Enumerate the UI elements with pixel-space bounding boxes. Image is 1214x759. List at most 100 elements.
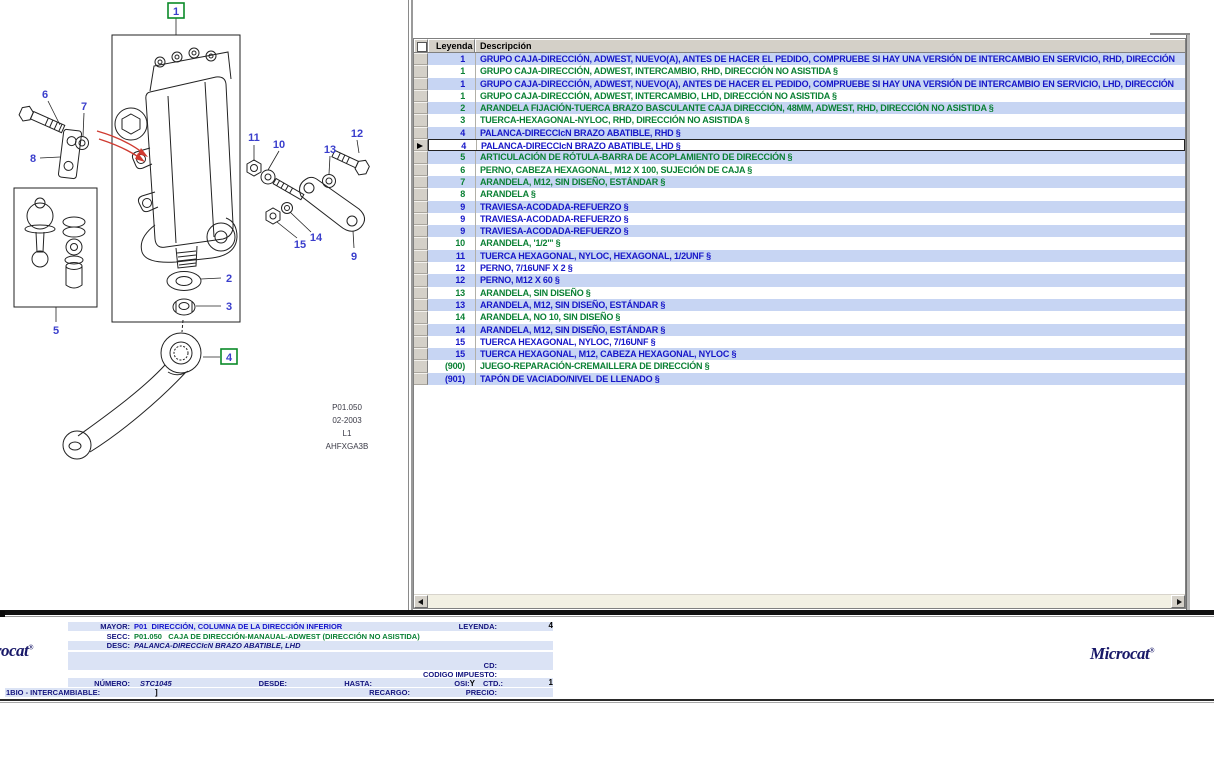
row-content[interactable]: 9TRAVIESA-ACODADA-REFUERZO § bbox=[428, 213, 1185, 225]
row-content[interactable]: 5ARTICULACIÓN DE RÓTULA-BARRA DE ACOPLAM… bbox=[428, 151, 1185, 163]
row-content[interactable]: 1GRUPO CAJA-DIRECCIÓN, ADWEST, INTERCAMB… bbox=[428, 65, 1185, 77]
callout-3[interactable]: 3 bbox=[226, 301, 232, 313]
row-content[interactable]: 3TUERCA-HEXAGONAL-NYLOC, RHD, DIRECCIÓN … bbox=[428, 114, 1185, 126]
row-content[interactable]: 8ARANDELA § bbox=[428, 188, 1185, 200]
table-row[interactable]: (901)TAPÓN DE VACIADO/NIVEL DE LLENADO § bbox=[414, 373, 1185, 385]
callout-12[interactable]: 12 bbox=[351, 128, 363, 140]
row-selector-cell[interactable] bbox=[414, 287, 428, 299]
row-selector-cell[interactable] bbox=[414, 274, 428, 286]
select-all-header[interactable] bbox=[414, 39, 428, 52]
row-selector-cell[interactable] bbox=[414, 262, 428, 274]
table-row[interactable]: 12PERNO, 7/16UNF X 2 § bbox=[414, 262, 1185, 274]
table-row[interactable]: 13ARANDELA, M12, SIN DISEÑO, ESTÁNDAR § bbox=[414, 299, 1185, 311]
row-content[interactable]: 9TRAVIESA-ACODADA-REFUERZO § bbox=[428, 201, 1185, 213]
row-content[interactable]: 13ARANDELA, M12, SIN DISEÑO, ESTÁNDAR § bbox=[428, 299, 1185, 311]
callout-8[interactable]: 8 bbox=[30, 153, 36, 165]
table-row[interactable]: 1GRUPO CAJA-DIRECCIÓN, ADWEST, INTERCAMB… bbox=[414, 90, 1185, 102]
callout-14[interactable]: 14 bbox=[310, 232, 323, 244]
row-content[interactable]: 12PERNO, M12 X 60 § bbox=[428, 274, 1185, 286]
table-row[interactable]: 4PALANCA-DIRECCIcN BRAZO ABATIBLE, LHD § bbox=[414, 139, 1185, 151]
table-row[interactable]: 8ARANDELA § bbox=[414, 188, 1185, 200]
table-row[interactable]: 9TRAVIESA-ACODADA-REFUERZO § bbox=[414, 201, 1185, 213]
scrollbar-track[interactable] bbox=[428, 595, 1171, 608]
table-row[interactable]: 9TRAVIESA-ACODADA-REFUERZO § bbox=[414, 213, 1185, 225]
row-content[interactable]: 9TRAVIESA-ACODADA-REFUERZO § bbox=[428, 225, 1185, 237]
callout-13[interactable]: 13 bbox=[324, 144, 336, 156]
row-selector-cell[interactable] bbox=[414, 373, 428, 385]
select-all-checkbox[interactable] bbox=[417, 42, 427, 52]
row-content[interactable]: 15TUERCA HEXAGONAL, M12, CABEZA HEXAGONA… bbox=[428, 348, 1185, 360]
row-selector-cell[interactable] bbox=[414, 360, 428, 372]
row-content[interactable]: 1GRUPO CAJA-DIRECCIÓN, ADWEST, NUEVO(A),… bbox=[428, 78, 1185, 90]
row-content[interactable]: 1GRUPO CAJA-DIRECCIÓN, ADWEST, INTERCAMB… bbox=[428, 90, 1185, 102]
row-selector-cell[interactable] bbox=[414, 151, 428, 163]
row-content[interactable]: 2ARANDELA FIJACIÓN-TUERCA BRAZO BASCULAN… bbox=[428, 102, 1185, 114]
table-row[interactable]: 14ARANDELA, NO 10, SIN DISEÑO § bbox=[414, 311, 1185, 323]
row-selector-cell[interactable] bbox=[414, 65, 428, 77]
row-content[interactable]: 7ARANDELA, M12, SIN DISEÑO, ESTÁNDAR § bbox=[428, 176, 1185, 188]
table-row[interactable]: 2ARANDELA FIJACIÓN-TUERCA BRAZO BASCULAN… bbox=[414, 102, 1185, 114]
table-row[interactable]: 13ARANDELA, SIN DISEÑO § bbox=[414, 287, 1185, 299]
row-selector-cell[interactable] bbox=[414, 336, 428, 348]
callout-9[interactable]: 9 bbox=[351, 251, 357, 263]
callout-7[interactable]: 7 bbox=[81, 101, 87, 113]
callout-15[interactable]: 15 bbox=[294, 239, 306, 251]
column-header-descripcion[interactable]: Descripción bbox=[475, 39, 1185, 52]
table-row[interactable]: 15TUERCA HEXAGONAL, M12, CABEZA HEXAGONA… bbox=[414, 348, 1185, 360]
callout-4[interactable]: 4 bbox=[226, 352, 233, 364]
row-selector-cell[interactable] bbox=[414, 250, 428, 262]
row-content[interactable]: 4PALANCA-DIRECCIcN BRAZO ABATIBLE, LHD § bbox=[428, 139, 1185, 151]
table-row[interactable]: 11TUERCA HEXAGONAL, NYLOC, HEXAGONAL, 1/… bbox=[414, 250, 1185, 262]
table-row[interactable]: 3TUERCA-HEXAGONAL-NYLOC, RHD, DIRECCIÓN … bbox=[414, 114, 1185, 126]
row-content[interactable]: 14ARANDELA, NO 10, SIN DISEÑO § bbox=[428, 311, 1185, 323]
row-selector-cell[interactable] bbox=[414, 176, 428, 188]
table-row[interactable]: 6PERNO, CABEZA HEXAGONAL, M12 X 100, SUJ… bbox=[414, 164, 1185, 176]
row-content[interactable]: 6PERNO, CABEZA HEXAGONAL, M12 X 100, SUJ… bbox=[428, 164, 1185, 176]
row-selector-cell[interactable] bbox=[414, 53, 428, 65]
row-selector-cell[interactable] bbox=[414, 225, 428, 237]
table-row[interactable]: 1GRUPO CAJA-DIRECCIÓN, ADWEST, INTERCAMB… bbox=[414, 65, 1185, 77]
row-content[interactable]: 13ARANDELA, SIN DISEÑO § bbox=[428, 287, 1185, 299]
table-row[interactable]: 10ARANDELA, '1/2'" § bbox=[414, 237, 1185, 249]
table-row[interactable]: 14ARANDELA, M12, SIN DISEÑO, ESTÁNDAR § bbox=[414, 324, 1185, 336]
row-content[interactable]: (900)JUEGO-REPARACIÓN-CREMAILLERA DE DIR… bbox=[428, 360, 1185, 372]
row-selector-cell[interactable] bbox=[414, 78, 428, 90]
callout-10[interactable]: 10 bbox=[273, 139, 285, 151]
callout-1[interactable]: 1 bbox=[173, 6, 179, 18]
row-content[interactable]: 14ARANDELA, M12, SIN DISEÑO, ESTÁNDAR § bbox=[428, 324, 1185, 336]
callout-6[interactable]: 6 bbox=[42, 89, 48, 101]
row-selector-cell[interactable] bbox=[414, 139, 428, 151]
row-selector-cell[interactable] bbox=[414, 114, 428, 126]
row-selector-cell[interactable] bbox=[414, 311, 428, 323]
row-content[interactable]: (901)TAPÓN DE VACIADO/NIVEL DE LLENADO § bbox=[428, 373, 1185, 385]
table-row[interactable]: 9TRAVIESA-ACODADA-REFUERZO § bbox=[414, 225, 1185, 237]
row-selector-cell[interactable] bbox=[414, 127, 428, 139]
row-selector-cell[interactable] bbox=[414, 324, 428, 336]
row-selector-cell[interactable] bbox=[414, 237, 428, 249]
horizontal-scrollbar[interactable] bbox=[414, 594, 1185, 608]
row-content[interactable]: 15TUERCA HEXAGONAL, NYLOC, 7/16UNF § bbox=[428, 336, 1185, 348]
row-selector-cell[interactable] bbox=[414, 201, 428, 213]
table-row[interactable]: 1GRUPO CAJA-DIRECCIÓN, ADWEST, NUEVO(A),… bbox=[414, 53, 1185, 65]
row-content[interactable]: 1GRUPO CAJA-DIRECCIÓN, ADWEST, NUEVO(A),… bbox=[428, 53, 1185, 65]
column-header-leyenda[interactable]: Leyenda bbox=[428, 39, 475, 52]
row-selector-cell[interactable] bbox=[414, 348, 428, 360]
callout-2[interactable]: 2 bbox=[226, 273, 232, 285]
row-selector-cell[interactable] bbox=[414, 213, 428, 225]
scroll-right-button[interactable] bbox=[1171, 595, 1185, 608]
table-row[interactable]: 4PALANCA-DIRECCIcN BRAZO ABATIBLE, RHD § bbox=[414, 127, 1185, 139]
row-content[interactable]: 10ARANDELA, '1/2'" § bbox=[428, 237, 1185, 249]
table-row[interactable]: 5ARTICULACIÓN DE RÓTULA-BARRA DE ACOPLAM… bbox=[414, 151, 1185, 163]
table-row[interactable]: (900)JUEGO-REPARACIÓN-CREMAILLERA DE DIR… bbox=[414, 360, 1185, 372]
row-selector-cell[interactable] bbox=[414, 102, 428, 114]
row-content[interactable]: 11TUERCA HEXAGONAL, NYLOC, HEXAGONAL, 1/… bbox=[428, 250, 1185, 262]
table-row[interactable]: 1GRUPO CAJA-DIRECCIÓN, ADWEST, NUEVO(A),… bbox=[414, 78, 1185, 90]
callout-11[interactable]: 11 bbox=[248, 132, 260, 144]
table-row[interactable]: 12PERNO, M12 X 60 § bbox=[414, 274, 1185, 286]
row-selector-cell[interactable] bbox=[414, 188, 428, 200]
row-content[interactable]: 4PALANCA-DIRECCIcN BRAZO ABATIBLE, RHD § bbox=[428, 127, 1185, 139]
table-row[interactable]: 15TUERCA HEXAGONAL, NYLOC, 7/16UNF § bbox=[414, 336, 1185, 348]
row-content[interactable]: 12PERNO, 7/16UNF X 2 § bbox=[428, 262, 1185, 274]
callout-5[interactable]: 5 bbox=[53, 325, 59, 337]
scroll-left-button[interactable] bbox=[414, 595, 428, 608]
